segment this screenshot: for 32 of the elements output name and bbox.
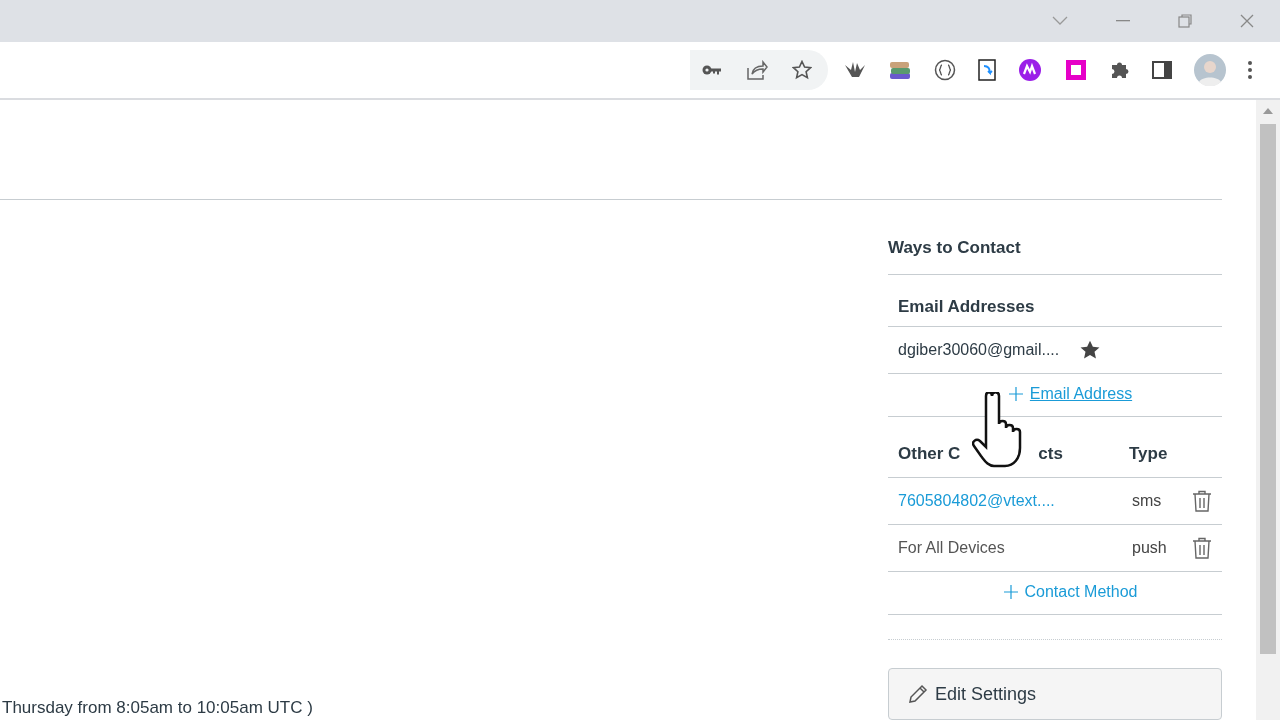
plus-icon (1007, 386, 1024, 402)
add-email-link[interactable]: Email Address (1007, 385, 1133, 403)
star-outline-icon[interactable] (792, 60, 812, 80)
column-heading: Type (1129, 444, 1169, 464)
edit-settings-button[interactable]: Edit Settings (888, 668, 1222, 720)
add-contact-method-link[interactable]: Contact Method (1002, 583, 1138, 601)
contact-type: push (1132, 539, 1168, 557)
more-menu-icon[interactable] (1248, 61, 1252, 79)
sidebar-icon[interactable] (1152, 61, 1172, 79)
pencil-icon (907, 683, 929, 705)
share-icon[interactable] (746, 60, 768, 80)
braces-circle-icon[interactable] (934, 59, 956, 81)
square-icon[interactable] (1064, 58, 1088, 82)
contact-type: sms (1132, 492, 1163, 510)
section-heading: Email Addresses (888, 275, 1222, 327)
contact-name: For All Devices (898, 539, 1006, 557)
key-icon[interactable] (702, 64, 722, 76)
extension-logo-icon[interactable] (1018, 58, 1042, 82)
close-icon[interactable] (1240, 14, 1254, 28)
trash-icon[interactable] (1192, 537, 1212, 559)
plus-icon (1002, 584, 1019, 600)
column-heading: Other C (898, 444, 961, 464)
column-heading: cts (1038, 444, 1063, 464)
trash-icon[interactable] (1192, 490, 1212, 512)
bird-icon[interactable] (844, 61, 866, 79)
section-title: Ways to Contact (888, 238, 1222, 275)
books-icon[interactable] (888, 60, 912, 80)
puzzle-icon[interactable] (1110, 60, 1130, 80)
email-address: dgiber30060@gmail.... (898, 341, 1060, 359)
contact-link[interactable]: 7605804802@vtext.... (898, 492, 1132, 510)
schedule-text: Thursday from 8:05am to 10:05am UTC ) (2, 698, 313, 718)
scrollbar-thumb[interactable] (1260, 124, 1276, 654)
